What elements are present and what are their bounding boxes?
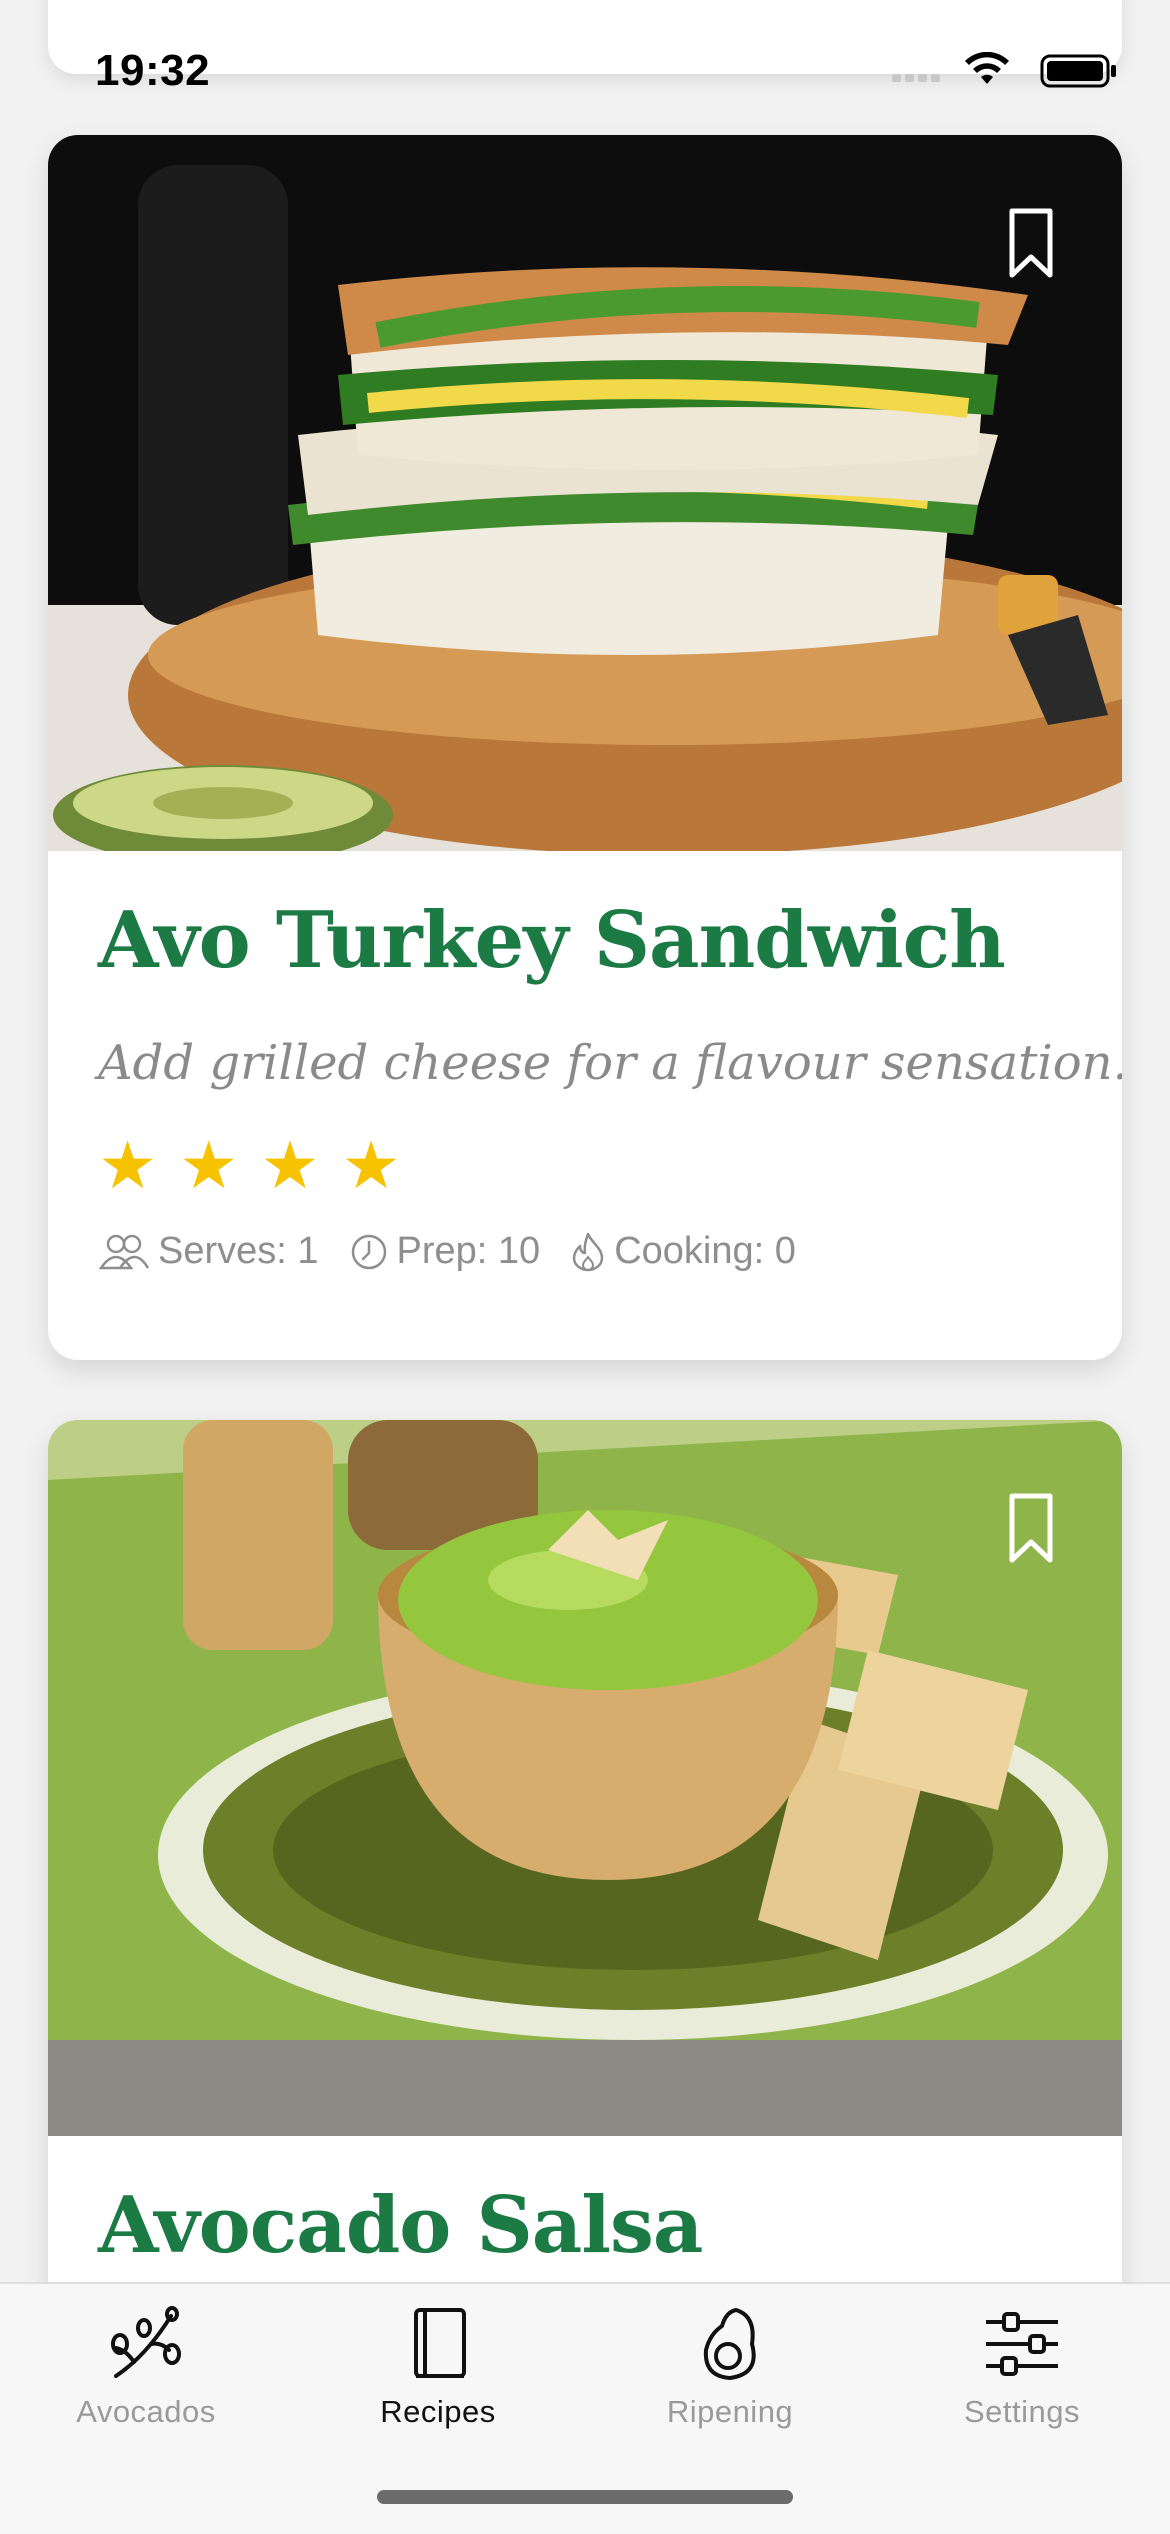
recipe-title[interactable]: Avo Turkey Sandwich [98,895,1006,986]
tab-label: Ripening [666,2394,794,2429]
recipe-photo-salsa [48,1420,1122,2136]
star-icon: ★ [179,1128,239,1202]
people-icon [98,1234,150,1269]
recipe-description: Add grilled cheese for a flavour sensati… [98,1035,1122,1091]
recipe-title[interactable]: Avocado Salsa [98,2180,703,2271]
tab-label: Recipes [380,2394,496,2429]
status-icons [892,52,1116,88]
bookmark-icon[interactable] [1008,1492,1054,1564]
cooking-info: Cooking: 0 [570,1230,796,1273]
tab-recipes[interactable]: Recipes [292,2304,584,2430]
flame-icon [572,1232,604,1271]
sliders-icon [986,2312,1058,2376]
avocado-icon [703,2308,756,2380]
home-indicator[interactable] [377,2490,793,2504]
book-icon [414,2308,466,2378]
tab-settings[interactable]: Settings [876,2304,1168,2430]
status-bar: 19:32 [0,0,1170,120]
serves-text: Serves: 1 [158,1230,319,1272]
recipe-photo-sandwich [48,135,1122,851]
star-icon: ★ [260,1128,320,1202]
cooking-text: Cooking: 0 [614,1230,796,1272]
recipe-card[interactable]: Avocado Salsa [48,1420,1122,2420]
battery-icon [1040,54,1116,88]
rating-stars: ★ ★ ★ ★ [98,1130,401,1200]
tab-ripening[interactable]: Ripening [584,2304,876,2430]
tab-label: Avocados [76,2394,216,2429]
status-time: 19:32 [95,46,211,95]
recipe-card[interactable]: Avo Turkey Sandwich Add grilled cheese f… [48,135,1122,1360]
star-icon: ★ [98,1128,158,1202]
recipe-meta: Serves: 1 Prep: 10 Cooking: 0 [98,1230,796,1273]
prep-info: Prep: 10 [349,1230,541,1273]
tab-avocados[interactable]: Avocados [0,2304,292,2430]
signal-icon [892,74,940,82]
wifi-icon [965,52,1009,84]
clock-icon [351,1234,386,1269]
tab-label: Settings [963,2394,1080,2429]
serves-info: Serves: 1 [98,1230,319,1273]
prep-text: Prep: 10 [396,1230,541,1272]
star-icon: ★ [341,1128,401,1202]
bookmark-icon[interactable] [1008,207,1054,279]
avocado-branch-icon [111,2306,181,2378]
